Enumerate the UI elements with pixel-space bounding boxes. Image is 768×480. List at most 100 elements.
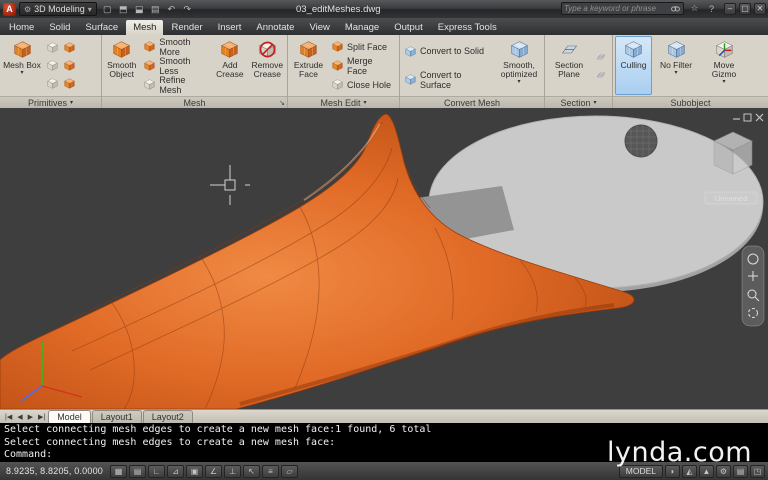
extrude-face-icon (300, 41, 317, 58)
convert-to-solid-button[interactable]: Convert to Solid (402, 43, 494, 60)
remove-crease-icon (259, 41, 276, 58)
smooth-object-button[interactable]: Smooth Object (104, 36, 139, 95)
autocad-logo-icon[interactable]: A (3, 2, 16, 16)
navigation-bar[interactable] (741, 245, 765, 327)
plot-button[interactable]: ▤ (148, 2, 163, 16)
clean-screen-button[interactable]: ◳ (750, 464, 765, 478)
help-icon[interactable]: ? (705, 4, 718, 14)
smooth-more-button[interactable]: Smooth More (141, 37, 210, 57)
favorites-star-icon[interactable]: ☆ (688, 3, 701, 14)
tab-surface[interactable]: Surface (78, 20, 125, 35)
tab-home[interactable]: Home (2, 20, 41, 35)
tab-nav-next[interactable]: ▶ (26, 413, 35, 421)
tab-nav-first[interactable]: |◀ (3, 413, 14, 421)
undo-button[interactable]: ↶ (164, 2, 179, 16)
panel-mesh-edit: Extrude Face Split Face Merge Face Close… (288, 35, 400, 108)
chevron-down-icon: ▾ (722, 78, 726, 85)
redo-button[interactable]: ↷ (180, 2, 195, 16)
close-button[interactable]: ✕ (754, 2, 766, 15)
search-input[interactable] (564, 4, 668, 13)
close-hole-button[interactable]: Close Hole (329, 76, 395, 93)
split-face-button[interactable]: Split Face (329, 38, 395, 55)
live-section-button[interactable] (593, 49, 609, 65)
refine-mesh-button[interactable]: Refine Mesh (141, 75, 210, 95)
search-binoculars-icon[interactable] (670, 3, 681, 14)
tab-output[interactable]: Output (387, 20, 430, 35)
mesh-cone-button[interactable] (44, 39, 60, 56)
tab-layout2[interactable]: Layout2 (142, 410, 193, 423)
mesh-pyramid-button[interactable] (44, 57, 60, 74)
tab-model[interactable]: Model (48, 410, 91, 423)
restore-button[interactable]: ▢ (739, 2, 751, 15)
remove-crease-button[interactable]: Remove Crease (250, 36, 285, 95)
workspace-switcher[interactable]: ⚙ 3D Modeling ▾ (19, 2, 97, 16)
layout-tab-bar: |◀ ◀ ▶ ▶| Model Layout1 Layout2 (0, 409, 768, 423)
lwt-toggle[interactable]: ≡ (261, 464, 279, 478)
tab-solid[interactable]: Solid (42, 20, 77, 35)
panel-label-section[interactable]: Section ▾ (545, 96, 612, 108)
smooth-more-icon (144, 41, 155, 52)
tab-manage[interactable]: Manage (338, 20, 386, 35)
window-controls: – ▢ ✕ (724, 2, 766, 15)
osnap-toggle[interactable]: ▣ (185, 464, 203, 478)
add-crease-button[interactable]: Add Crease (212, 36, 247, 95)
smooth-optimized-button[interactable]: Smooth, optimized ▾ (496, 36, 542, 95)
chevron-down-icon: ▾ (593, 100, 597, 106)
culling-button[interactable]: Culling (615, 36, 652, 95)
polar-toggle[interactable]: ⊿ (166, 464, 184, 478)
save-button[interactable]: ⬓ (132, 2, 147, 16)
tab-annotate[interactable]: Annotate (249, 20, 301, 35)
tab-layout1[interactable]: Layout1 (91, 410, 142, 423)
smooth-less-button[interactable]: Smooth Less (141, 56, 210, 76)
merge-face-button[interactable]: Merge Face (329, 56, 395, 76)
section-plane-button[interactable]: Section Plane (547, 36, 591, 95)
tab-render[interactable]: Render (164, 20, 209, 35)
ducs-toggle[interactable]: ⊥ (223, 464, 241, 478)
panel-section: Section Plane Section ▾ (545, 35, 613, 108)
new-button[interactable]: ▢ (100, 2, 115, 16)
snap-toggle[interactable]: ▦ (109, 464, 127, 478)
extrude-face-button[interactable]: Extrude Face (290, 36, 327, 95)
panel-label-subobject[interactable]: Subobject (613, 96, 768, 108)
refine-mesh-icon (144, 79, 155, 90)
tab-view[interactable]: View (302, 20, 336, 35)
convert-to-surface-icon (405, 74, 416, 85)
dyn-toggle[interactable]: ↖ (242, 464, 260, 478)
minimize-button[interactable]: – (724, 2, 736, 15)
mesh-box-label: Mesh Box (3, 60, 41, 70)
qp-toggle[interactable]: ▱ (280, 464, 298, 478)
coordinate-readout[interactable]: 8.9235, 8.8205, 0.0000 (3, 466, 108, 476)
panel-label-convert-mesh[interactable]: Convert Mesh (400, 96, 544, 108)
panel-label-primitives[interactable]: Primitives ▾ (0, 96, 101, 108)
mesh-wedge-button[interactable] (44, 75, 60, 92)
viewport-canvas[interactable]: Unnamed (0, 108, 768, 409)
mesh-sphere-button[interactable] (61, 57, 77, 74)
otrack-toggle[interactable]: ∠ (204, 464, 222, 478)
tab-mesh[interactable]: Mesh (126, 20, 164, 35)
gear-icon: ⚙ (24, 4, 32, 14)
dialog-launcher-icon[interactable]: ↘ (279, 99, 285, 107)
convert-to-surface-button[interactable]: Convert to Surface (402, 70, 494, 90)
chevron-down-icon: ▾ (674, 69, 678, 76)
mesh-edit-stack: Split Face Merge Face Close Hole (329, 36, 395, 95)
generate-section-button[interactable] (593, 67, 609, 83)
tab-nav-last[interactable]: ▶| (36, 413, 47, 421)
tab-insert[interactable]: Insert (211, 20, 249, 35)
command-history-line: Select connecting mesh edges to create a… (4, 424, 432, 435)
panel-label-mesh[interactable]: Mesh ↘ (102, 96, 287, 108)
merge-face-icon (332, 60, 343, 71)
mesh-cylinder-button[interactable] (61, 39, 77, 56)
no-filter-button[interactable]: No Filter ▾ (654, 36, 698, 95)
tab-express-tools[interactable]: Express Tools (431, 20, 504, 35)
panel-label-mesh-edit[interactable]: Mesh Edit ▾ (288, 96, 399, 108)
tab-nav-prev[interactable]: ◀ (15, 413, 24, 421)
convert-stack: Convert to Solid Convert to Surface (402, 36, 494, 95)
move-gizmo-button[interactable]: Move Gizmo ▾ (700, 36, 748, 95)
split-face-icon (332, 41, 343, 52)
mesh-torus-button[interactable] (61, 75, 77, 92)
grid-toggle[interactable]: ▤ (128, 464, 146, 478)
smooth-less-icon (144, 60, 155, 71)
mesh-box-button[interactable]: Mesh Box ▾ (2, 36, 42, 95)
ortho-toggle[interactable]: ∟ (147, 464, 165, 478)
open-button[interactable]: ⬒ (116, 2, 131, 16)
